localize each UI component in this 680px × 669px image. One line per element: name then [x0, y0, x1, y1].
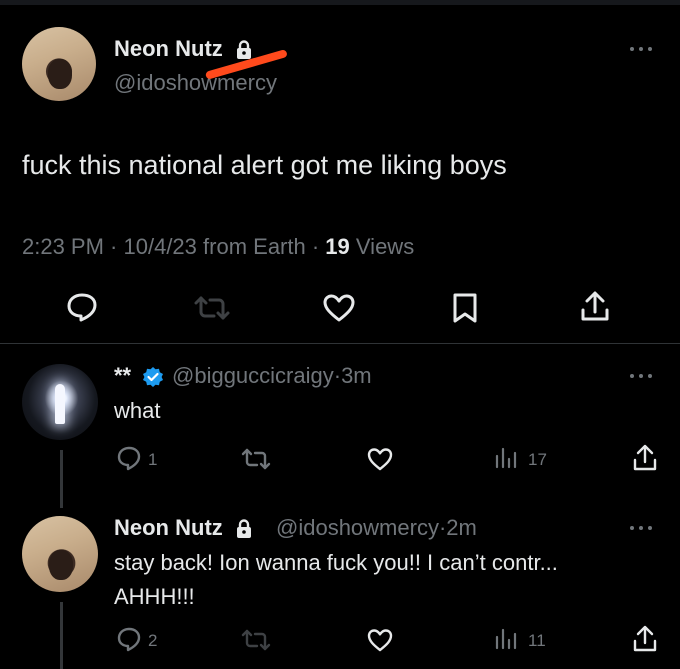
- avatar[interactable]: [22, 364, 98, 440]
- like-icon[interactable]: [366, 627, 394, 653]
- avatar[interactable]: [22, 516, 98, 592]
- reply-age: 2m: [446, 515, 477, 540]
- thread-line: [60, 450, 63, 508]
- reply-icon[interactable]: [66, 292, 98, 322]
- retweet-icon[interactable]: [240, 628, 272, 652]
- like-icon[interactable]: [322, 293, 356, 323]
- avatar-face: [48, 59, 72, 89]
- share-icon[interactable]: [632, 625, 658, 653]
- reply-text: what: [114, 398, 161, 423]
- more-options-icon[interactable]: [630, 44, 660, 54]
- reply-handle-text: @bigguccicraigy: [172, 363, 334, 388]
- share-icon[interactable]: [632, 444, 658, 472]
- reply-count: 2: [148, 631, 158, 650]
- more-options-icon[interactable]: [630, 523, 660, 533]
- reply-count: 1: [148, 450, 158, 469]
- reply-author-name[interactable]: Neon Nutz: [114, 515, 253, 541]
- tweet-date[interactable]: 10/4/23: [124, 234, 197, 259]
- share-icon[interactable]: [580, 290, 610, 324]
- views-count: 11: [528, 631, 546, 650]
- reply-age: 3m: [341, 363, 372, 388]
- reply-icon[interactable]: [116, 626, 142, 652]
- reply-text-line-1: stay back! Ion wanna fuck you!! I can’t …: [114, 550, 558, 575]
- author-handle[interactable]: @idoshowmercy: [114, 70, 277, 96]
- reply-author-handle[interactable]: @idoshowmercy·2m: [276, 515, 477, 541]
- tweet-source: from Earth: [203, 234, 306, 259]
- more-options-icon[interactable]: [630, 371, 660, 381]
- reply-icon[interactable]: [116, 445, 142, 471]
- lock-icon: [236, 519, 251, 539]
- views-icon[interactable]: [494, 627, 518, 651]
- reply-author-handle[interactable]: @bigguccicraigy·3m: [172, 363, 372, 389]
- reply-author-name[interactable]: **: [114, 363, 131, 389]
- reply-author-name-text: Neon Nutz: [114, 515, 223, 540]
- views-count: 19: [325, 234, 350, 259]
- like-icon[interactable]: [366, 446, 394, 472]
- avatar[interactable]: [22, 27, 96, 101]
- views-count: 17: [528, 450, 547, 469]
- views-icon[interactable]: [494, 446, 518, 470]
- views-label: Views: [355, 234, 415, 259]
- tweet-metadata: 2:23 PM · 10/4/23 from Earth · 19 Views: [22, 234, 415, 259]
- reply-handle-text: @idoshowmercy: [276, 515, 439, 540]
- tweet-time[interactable]: 2:23 PM: [22, 234, 104, 259]
- bookmark-icon[interactable]: [452, 292, 478, 324]
- author-name-text: Neon Nutz: [114, 36, 223, 61]
- tweet-text: fuck this national alert got me liking b…: [22, 150, 507, 180]
- divider: [0, 343, 680, 344]
- author-name[interactable]: Neon Nutz: [114, 36, 253, 62]
- reply-text-line-2: AHHH!!!: [114, 584, 195, 609]
- avatar-figure: [55, 384, 65, 424]
- retweet-icon[interactable]: [240, 447, 272, 471]
- retweet-icon[interactable]: [192, 294, 232, 322]
- top-border: [0, 0, 680, 5]
- avatar-face: [49, 550, 73, 580]
- verified-badge-icon: [143, 367, 163, 387]
- lock-icon: [236, 40, 251, 60]
- thread-line: [60, 602, 63, 669]
